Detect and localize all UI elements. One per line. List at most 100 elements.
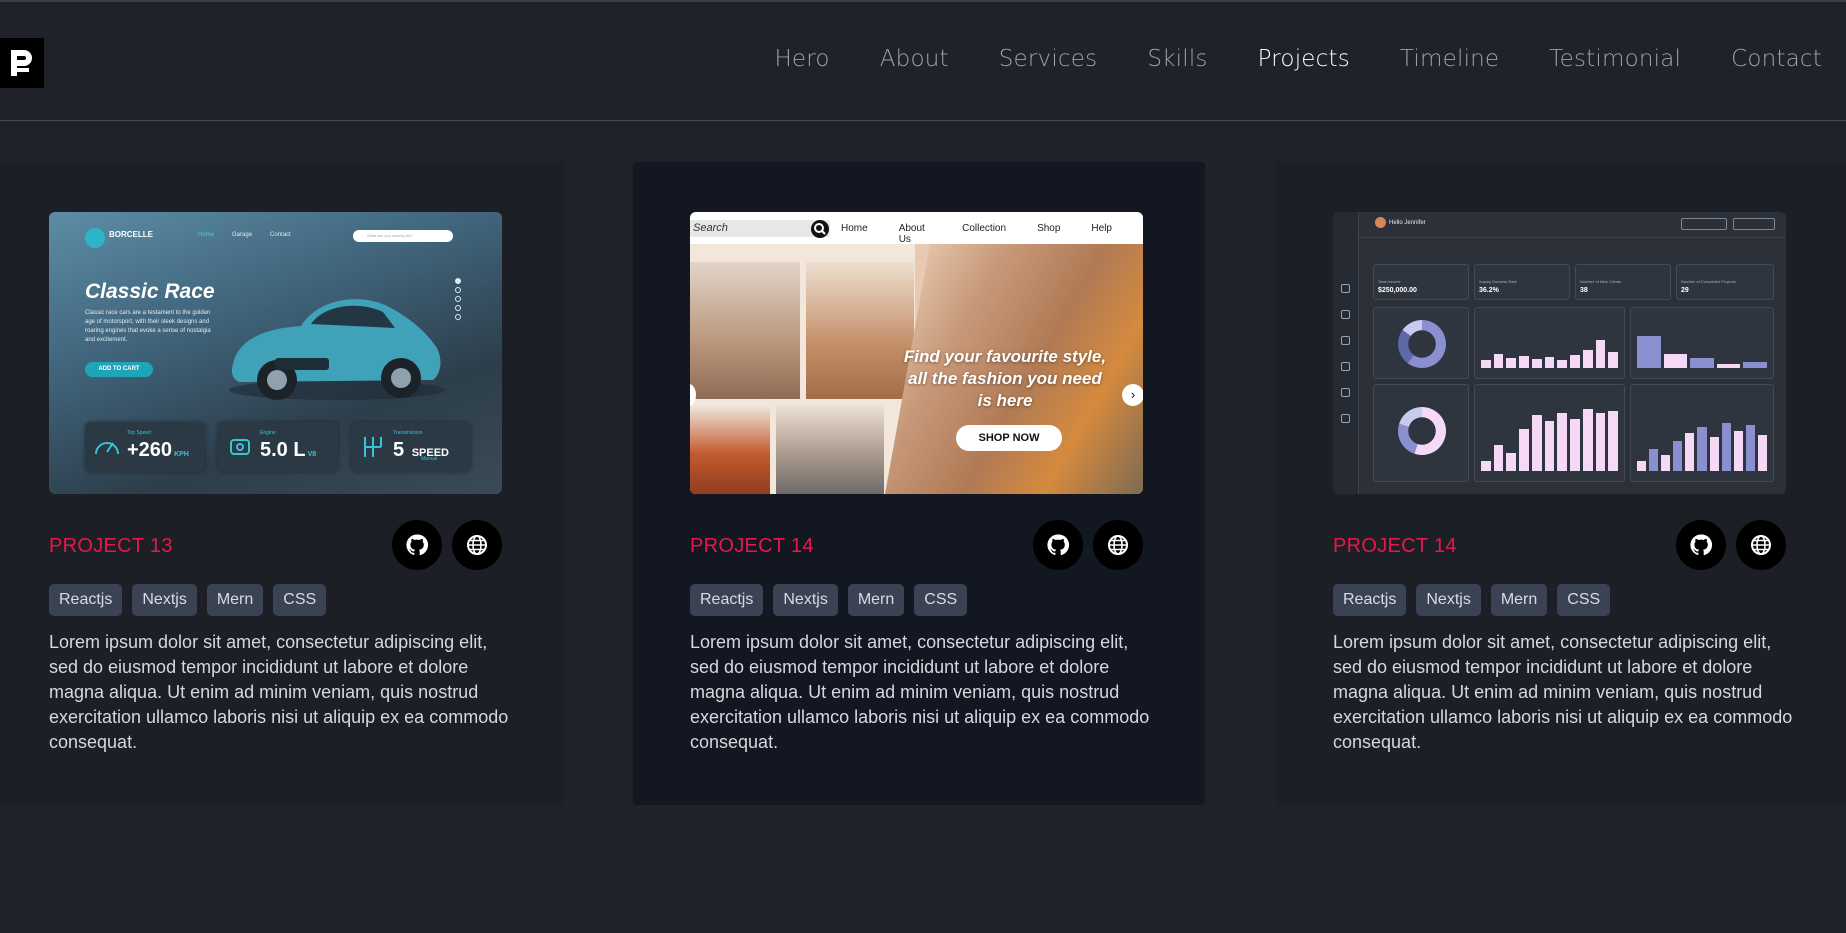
mock-greeting: Hello Jennifer — [1389, 220, 1426, 226]
mock-sidebar — [1333, 212, 1359, 494]
mock-donut-panel — [1373, 307, 1469, 379]
nav-hero[interactable]: Hero — [774, 46, 829, 72]
kpi-card: Number of New Clients 38 — [1575, 264, 1671, 300]
stat-top-speed: Top Speed +260 KPH — [85, 422, 205, 472]
github-icon — [1690, 534, 1713, 556]
globe-icon — [467, 535, 487, 555]
github-link-button[interactable] — [1676, 520, 1726, 570]
mock-nav-item: Garage — [232, 232, 253, 238]
mock-nav-item: Contact — [270, 232, 291, 238]
mock-nav: Home Garage Contact — [198, 232, 291, 238]
tag: Nextjs — [1416, 584, 1481, 616]
project-description: Lorem ipsum dolor sit amet, consectetur … — [1333, 632, 1793, 752]
tag: Mern — [1490, 584, 1548, 616]
project-title: PROJECT 14 — [690, 535, 814, 557]
stat-caption: Top Speed — [127, 430, 151, 436]
project-title: PROJECT 14 — [1333, 535, 1457, 557]
mock-cta: SHOP NOW — [956, 425, 1062, 451]
mock-bar-panel — [1474, 384, 1625, 482]
mock-subtitle: Classic race cars are a testament to the… — [85, 310, 211, 343]
github-link-button[interactable] — [1033, 520, 1083, 570]
website-link-button[interactable] — [1736, 520, 1786, 570]
mock-photo — [690, 262, 800, 399]
site-logo[interactable] — [0, 38, 44, 88]
engine-icon — [230, 439, 250, 455]
speedometer-icon — [95, 442, 119, 455]
tech-tags: Reactjs Nextjs Mern CSS — [1333, 584, 1611, 616]
kpi-card: Total Income $250,000.00 — [1373, 264, 1469, 300]
tag: Mern — [206, 584, 264, 616]
tag: Reactjs — [49, 584, 123, 616]
website-link-button[interactable] — [452, 520, 502, 570]
tag: Mern — [847, 584, 905, 616]
nav-timeline[interactable]: Timeline — [1400, 46, 1499, 72]
mock-photo — [806, 262, 914, 399]
stat-value: 5.0 L V8 — [260, 439, 317, 461]
brand-logo-icon — [85, 228, 105, 248]
car-image — [229, 299, 445, 400]
mock-nav-item: Collection — [962, 223, 1007, 234]
github-icon — [1047, 534, 1070, 556]
main-nav: Hero About Services Skills Projects Time… — [724, 46, 1822, 72]
project-card: Hello Jennifer Total Income $250,000.00 I… — [1276, 162, 1846, 805]
website-link-button[interactable] — [1093, 520, 1143, 570]
nav-services[interactable]: Services — [999, 46, 1098, 72]
project-thumbnail[interactable]: BORCELLE Home Garage Contact What are yo… — [49, 212, 502, 494]
tag: Reactjs — [1333, 584, 1407, 616]
tech-tags: Reactjs Nextjs Mern CSS — [690, 584, 968, 616]
nav-projects[interactable]: Projects — [1258, 46, 1350, 72]
mock-photo — [690, 405, 770, 494]
tech-tags: Reactjs Nextjs Mern CSS — [49, 584, 327, 616]
gearshift-icon — [364, 437, 382, 457]
stat-note: Manual — [421, 456, 438, 462]
mock-search-placeholder: What are you looking for? — [367, 233, 413, 238]
project-thumbnail[interactable]: Search Home About Us Collection Shop Hel… — [690, 212, 1143, 494]
nav-skills[interactable]: Skills — [1147, 46, 1207, 72]
project-thumbnail[interactable]: Hello Jennifer Total Income $250,000.00 I… — [1333, 212, 1786, 494]
nav-testimonial[interactable]: Testimonial — [1549, 46, 1681, 72]
tag: CSS — [914, 584, 968, 616]
tag: Nextjs — [773, 584, 838, 616]
github-link-button[interactable] — [392, 520, 442, 570]
mock-photo — [776, 405, 884, 494]
stat-value: +260 KPH — [127, 439, 189, 461]
carousel-dots — [455, 278, 461, 320]
globe-icon — [1751, 535, 1771, 555]
mock-bar-panel — [1474, 307, 1625, 379]
project-card: BORCELLE Home Garage Contact What are yo… — [0, 162, 564, 805]
search-icon — [811, 220, 829, 238]
kpi-card: Number of Completed Projects 29 — [1676, 264, 1774, 300]
mock-nav-item: Help — [1091, 223, 1112, 234]
tag: CSS — [273, 584, 327, 616]
github-icon — [406, 534, 429, 556]
mock-search: What are you looking for? — [353, 230, 453, 242]
mock-donut-panel — [1373, 384, 1469, 482]
mock-nav-item: About Us — [898, 223, 925, 245]
tag: CSS — [1557, 584, 1611, 616]
mock-nav: Home About Us Collection Shop Help — [841, 223, 1143, 245]
mock-nav-item: Home — [198, 232, 215, 238]
brand-name: BORCELLE — [109, 230, 153, 239]
project-description: Lorem ipsum dolor sit amet, consectetur … — [690, 632, 1150, 752]
mock-nav-item: Home — [841, 223, 868, 234]
kpi-card: Inquiry Success Rate 36.2% — [1474, 264, 1570, 300]
nav-contact[interactable]: Contact — [1731, 46, 1822, 72]
stat-transmission: Transmission 5 SPEED Manual — [351, 422, 471, 472]
mock-headline: Find your favourite style, all the fashi… — [903, 347, 1107, 410]
projects-section: BORCELLE Home Garage Contact What are yo… — [0, 162, 1846, 805]
mock-bar-panel — [1630, 307, 1774, 379]
mock-button — [1681, 218, 1727, 230]
mock-button — [1733, 218, 1775, 230]
mock-cta: ADD TO CART — [85, 362, 153, 377]
avatar — [1375, 217, 1386, 228]
logo-p-icon — [11, 50, 32, 76]
globe-icon — [1108, 535, 1128, 555]
project-title: PROJECT 13 — [49, 535, 173, 557]
nav-about[interactable]: About — [880, 46, 949, 72]
stat-caption: Transmission — [393, 430, 423, 436]
stat-caption: Engine — [260, 430, 276, 436]
project-description: Lorem ipsum dolor sit amet, consectetur … — [49, 632, 509, 752]
tag: Reactjs — [690, 584, 764, 616]
mock-search: Search — [690, 220, 830, 237]
mock-heading: Classic Race — [85, 280, 215, 303]
